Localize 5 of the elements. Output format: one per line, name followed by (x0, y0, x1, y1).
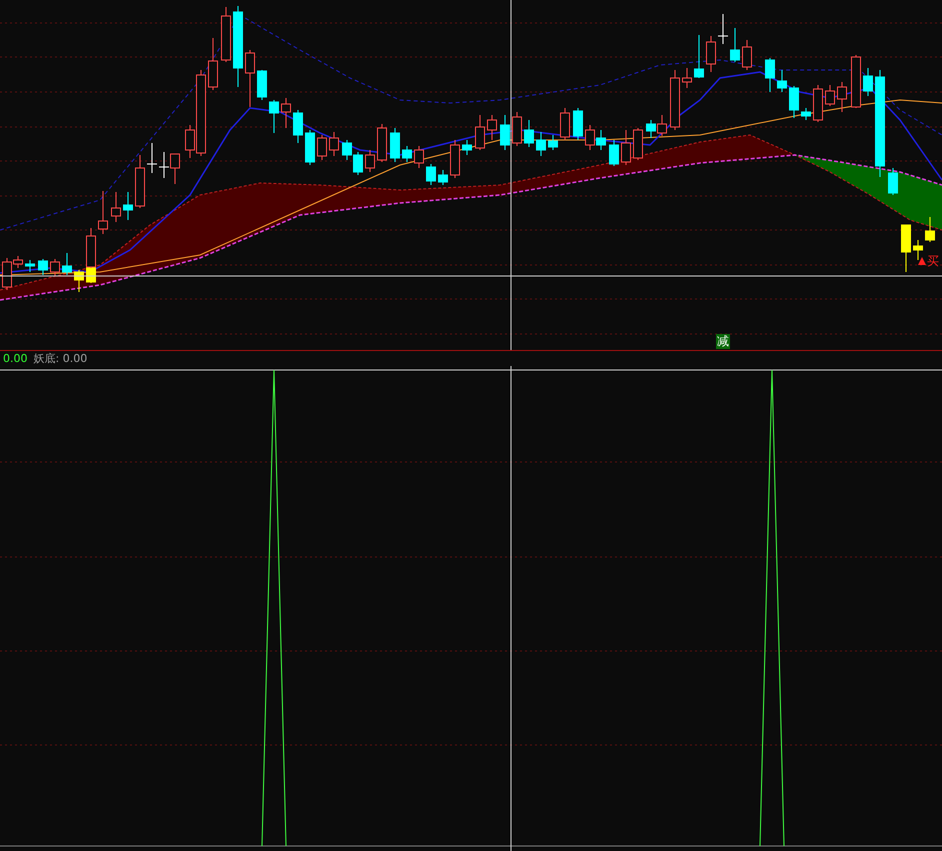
indicator-label: 妖底: 0.00 (34, 351, 88, 366)
signal-label: 买 (927, 254, 939, 268)
signal-badge: 减 (716, 334, 730, 349)
indicator-value: 0.00 (3, 351, 28, 366)
triangle-icon (918, 257, 926, 265)
